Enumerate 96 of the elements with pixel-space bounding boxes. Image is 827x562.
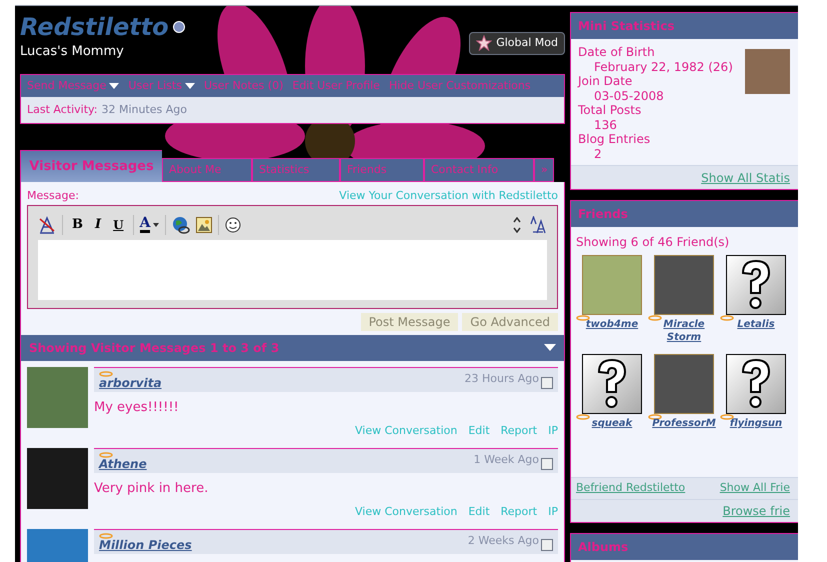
message-time: 2 Weeks Ago	[468, 533, 539, 550]
author-link[interactable]: Million Pieces	[99, 538, 192, 550]
stat-value: February 22, 1982 (26)	[593, 60, 733, 74]
select-checkbox[interactable]	[541, 458, 553, 470]
rank-badge: Global Mod	[469, 32, 565, 54]
halo-icon	[720, 315, 734, 321]
message-action-link[interactable]: Edit	[468, 423, 490, 440]
friend-name-link[interactable]: twob4me	[586, 318, 638, 331]
link-icon[interactable]	[172, 216, 190, 234]
friend-name-link[interactable]: Miracle Storm	[648, 318, 720, 344]
nav-link[interactable]: Send Message	[27, 78, 120, 94]
author-link[interactable]: Athene	[99, 458, 147, 470]
message-action-link[interactable]: Edit	[468, 504, 490, 520]
message-action-link[interactable]: Report	[500, 423, 538, 440]
stat-label: Date of Birth	[578, 45, 656, 60]
tab[interactable]: Visitor Messages	[20, 150, 162, 182]
stat-label: Join Date	[578, 74, 634, 88]
image-icon[interactable]	[196, 216, 212, 232]
form-button[interactable]: Go Advanced	[462, 312, 558, 330]
nav-link[interactable]: Edit User Profile	[292, 78, 380, 94]
friend-name-link[interactable]: squeak	[592, 417, 632, 430]
stat-value: 03-05-2008	[593, 88, 665, 103]
tab[interactable]: Friends	[340, 158, 424, 182]
tab[interactable]: Contact Info	[424, 158, 534, 182]
stat-value: 136	[593, 118, 618, 132]
friends-link[interactable]: Show All Frie	[720, 480, 790, 497]
message-label: Message:	[27, 188, 79, 204]
author-link[interactable]: arborvita	[99, 376, 162, 388]
form-button[interactable]: Post Message	[360, 312, 458, 330]
halo-icon	[99, 370, 113, 376]
avatar-photo	[27, 448, 88, 508]
halo-icon	[99, 532, 113, 538]
dropdown-icon	[184, 82, 195, 90]
message-action-link[interactable]: View Conversation	[355, 504, 458, 520]
caret-icon	[153, 222, 160, 226]
message-text: Very pink in here.	[94, 480, 210, 498]
conversation-link[interactable]: View Your Conversation with Redstiletto	[339, 188, 558, 204]
italic-button[interactable]: I	[92, 214, 104, 234]
dropdown-icon	[109, 82, 120, 90]
font-size-icon[interactable]	[529, 216, 547, 234]
user-title: Lucas's Mommy	[20, 43, 125, 61]
stat-value: 2	[593, 146, 603, 161]
message-time: 23 Hours Ago	[464, 371, 539, 388]
halo-icon	[648, 315, 662, 321]
halo-icon	[576, 414, 590, 420]
nav-link[interactable]: User Lists	[128, 78, 195, 94]
nav-link[interactable]: User Notes (0)	[204, 78, 284, 94]
friend-avatar-photo	[654, 354, 714, 414]
friend-name-link[interactable]: ProfessorM	[652, 417, 716, 430]
smiley-icon[interactable]	[225, 216, 242, 232]
photo-placeholder	[745, 49, 790, 94]
message-text: My eyes!!!!!!	[94, 398, 180, 416]
collapse-icon[interactable]	[544, 344, 556, 352]
select-checkbox[interactable]	[541, 376, 553, 388]
question-mark-icon	[739, 259, 773, 311]
panel-title: Mini Statistics	[578, 18, 674, 35]
resize-icon[interactable]	[513, 216, 521, 232]
remove-format-icon[interactable]	[38, 216, 56, 234]
message-action-link[interactable]: Report	[500, 504, 538, 520]
show-all-statistics-link[interactable]: Show All Statis	[701, 168, 790, 186]
friend-name-link[interactable]: Letalis	[737, 318, 775, 331]
underline-button[interactable]: U	[110, 216, 127, 234]
message-action-link[interactable]: IP	[548, 423, 558, 440]
username: Redstiletto	[20, 12, 169, 42]
friend-avatar-photo	[654, 255, 714, 315]
friend-name-link[interactable]: flyingsun	[730, 417, 782, 430]
halo-icon	[576, 315, 590, 321]
friends-summary: Showing 6 of 46 Friend(s)	[576, 234, 730, 251]
last-activity-value: 32 Minutes Ago	[101, 102, 187, 118]
question-mark-icon	[739, 358, 773, 410]
avatar-photo	[27, 366, 88, 428]
panel-title: Albums	[578, 539, 628, 556]
browse-friends-link[interactable]: Browse frie	[722, 502, 790, 520]
nav-link[interactable]: Hide User Customizations	[388, 78, 531, 94]
stat-label: Blog Entries	[578, 132, 652, 146]
select-checkbox[interactable]	[541, 538, 553, 550]
friends-link[interactable]: Befriend Redstiletto	[576, 480, 686, 497]
friend-avatar-photo	[582, 255, 642, 315]
question-mark-icon	[595, 358, 629, 410]
font-color-button[interactable]: A	[140, 216, 160, 233]
star-icon	[476, 35, 492, 52]
message-action-link[interactable]: IP	[548, 504, 558, 520]
message-action-link[interactable]: View Conversation	[355, 423, 458, 440]
stat-label: Total Posts	[578, 103, 642, 118]
halo-icon	[99, 452, 113, 458]
bold-button[interactable]: B	[69, 214, 86, 234]
message-input[interactable]	[38, 240, 547, 300]
panel-title: Friends	[578, 206, 628, 223]
message-time: 1 Week Ago	[474, 452, 539, 468]
messages-header: Showing Visitor Messages 1 to 3 of 3	[29, 340, 280, 356]
tab[interactable]: Statistics	[252, 158, 340, 182]
last-activity-label: Last Activity:	[27, 102, 98, 118]
halo-icon	[648, 414, 662, 420]
tab[interactable]: About Me	[162, 158, 252, 182]
tab[interactable]: »	[534, 158, 554, 182]
halo-icon	[720, 414, 734, 420]
